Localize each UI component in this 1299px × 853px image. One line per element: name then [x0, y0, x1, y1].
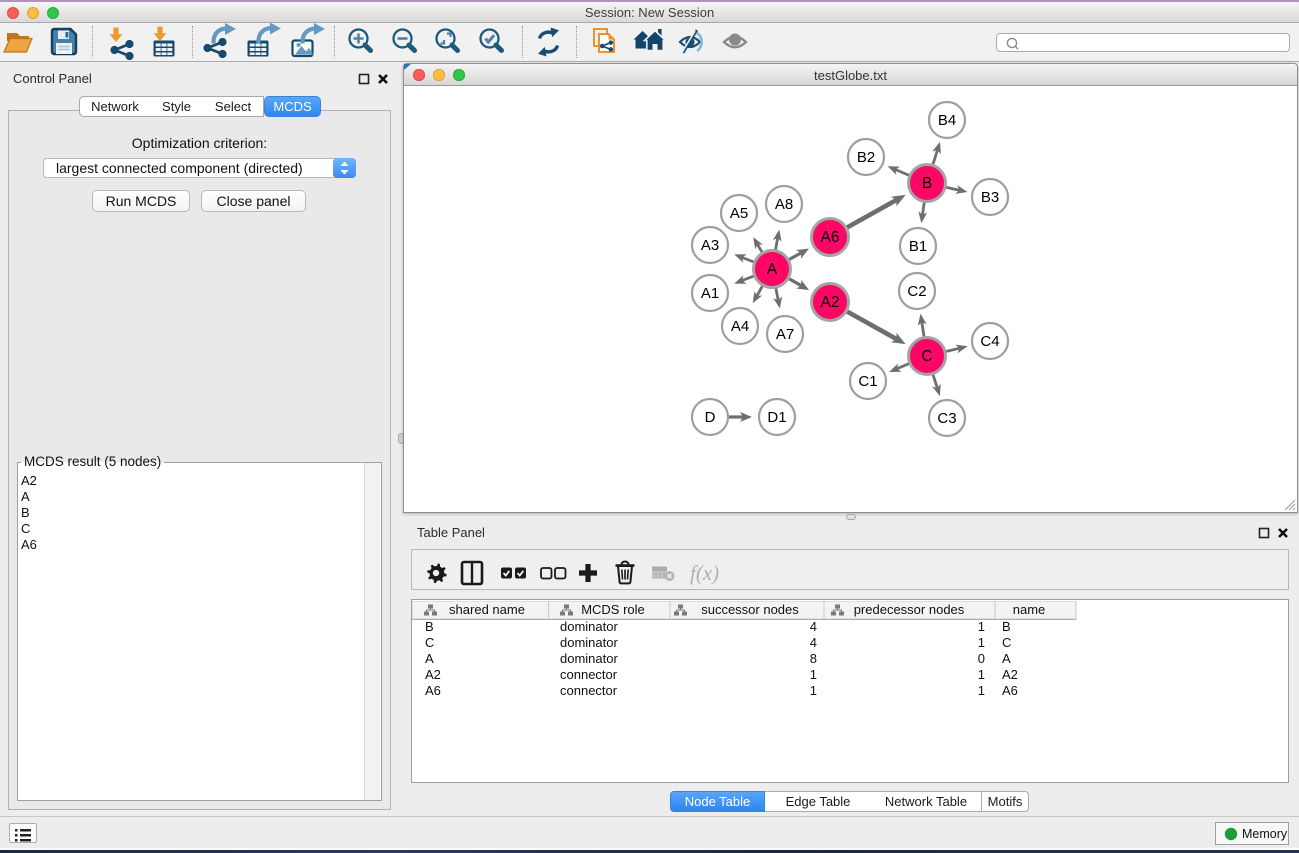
svg-text:B: B [1002, 619, 1011, 634]
svg-text:C4: C4 [980, 333, 999, 350]
svg-text:A2: A2 [425, 667, 441, 682]
svg-text:B2: B2 [857, 149, 875, 166]
svg-text:0: 0 [978, 651, 985, 666]
svg-text:B: B [922, 175, 932, 192]
svg-text:1: 1 [978, 635, 985, 650]
svg-text:A: A [425, 651, 434, 666]
svg-text:C1: C1 [858, 373, 877, 390]
svg-text:dominator: dominator [560, 635, 618, 650]
svg-text:A7: A7 [776, 326, 794, 343]
svg-text:A6: A6 [821, 229, 840, 246]
svg-text:predecessor nodes: predecessor nodes [854, 602, 965, 617]
svg-text:A: A [1002, 651, 1011, 666]
svg-text:B4: B4 [938, 112, 956, 129]
svg-text:A4: A4 [731, 318, 749, 335]
svg-text:connector: connector [560, 683, 618, 698]
svg-text:MCDS role: MCDS role [581, 602, 645, 617]
svg-text:1: 1 [810, 667, 817, 682]
svg-text:A1: A1 [701, 285, 719, 302]
svg-text:dominator: dominator [560, 619, 618, 634]
svg-text:1: 1 [978, 619, 985, 634]
svg-text:B: B [425, 619, 434, 634]
svg-text:B1: B1 [909, 238, 927, 255]
svg-text:A: A [767, 261, 778, 278]
svg-text:A5: A5 [730, 205, 748, 222]
svg-text:dominator: dominator [560, 651, 618, 666]
svg-text:D: D [705, 409, 716, 426]
svg-text:A8: A8 [775, 196, 793, 213]
svg-text:successor nodes: successor nodes [701, 602, 799, 617]
svg-text:f(x): f(x) [690, 561, 719, 585]
svg-text:1: 1 [978, 667, 985, 682]
svg-text:C: C [425, 635, 434, 650]
svg-text:C: C [921, 348, 932, 365]
svg-text:C2: C2 [907, 283, 926, 300]
svg-text:4: 4 [810, 619, 817, 634]
svg-text:shared name: shared name [449, 602, 525, 617]
svg-text:connector: connector [560, 667, 618, 682]
svg-text:name: name [1013, 602, 1046, 617]
svg-text:4: 4 [810, 635, 817, 650]
svg-text:1: 1 [978, 683, 985, 698]
svg-text:1: 1 [810, 683, 817, 698]
svg-text:B3: B3 [981, 189, 999, 206]
svg-text:A6: A6 [425, 683, 441, 698]
svg-text:A6: A6 [1002, 683, 1018, 698]
svg-text:A2: A2 [821, 294, 840, 311]
svg-text:C: C [1002, 635, 1011, 650]
svg-text:C3: C3 [937, 410, 956, 427]
svg-text:A2: A2 [1002, 667, 1018, 682]
svg-text:D1: D1 [767, 409, 786, 426]
svg-text:8: 8 [810, 651, 817, 666]
svg-text:A3: A3 [701, 237, 719, 254]
